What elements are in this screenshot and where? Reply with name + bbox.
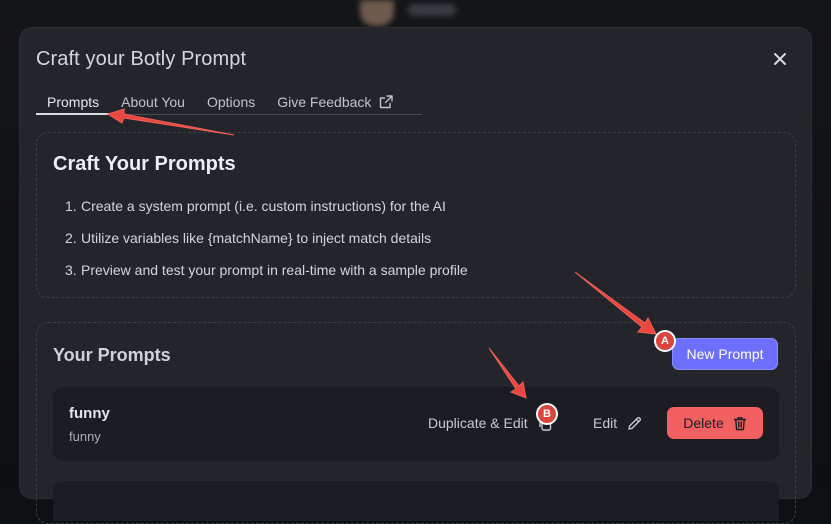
step-number: 3. [65,262,77,278]
prompts-heading: Your Prompts [53,345,171,365]
tab-label: Options [206,94,256,110]
annotation-badge-a: A [656,332,674,350]
steps-list: 1. Create a system prompt (i.e. custom in… [65,197,468,293]
prompt-modal: Craft your Botly Prompt Prompts About Yo… [20,28,811,524]
step-text: Utilize variables like {matchName} to in… [81,230,432,246]
prompt-card-partial [53,481,779,521]
prompt-name: funny [69,405,110,422]
step-text: Create a system prompt (i.e. custom inst… [81,198,446,214]
annotation-badge-b: B [538,405,556,423]
tab-about-you[interactable]: About You [110,94,196,114]
step-text: Preview and test your prompt in real-tim… [81,262,468,278]
close-button[interactable] [771,50,789,68]
new-prompt-button[interactable]: New Prompt [672,338,778,370]
craft-heading: Craft Your Prompts [53,153,236,175]
tab-label: Give Feedback [277,94,372,110]
prompt-description: funny [69,429,101,444]
prompt-card: funny funny Duplicate & Edit Edit Delete [53,387,779,461]
close-icon [774,53,786,65]
pencil-icon [628,416,642,430]
tab-label: About You [121,94,185,110]
external-link-icon [380,95,394,109]
tab-label: Prompts [47,94,100,110]
blurred-header [360,0,480,26]
delete-button[interactable]: Delete [667,407,763,439]
tab-prompts[interactable]: Prompts [36,94,111,115]
your-prompts-panel: Your Prompts New Prompt funny funny Dupl… [36,322,796,524]
trash-icon [733,416,746,430]
step-number: 1. [65,198,77,214]
tab-options[interactable]: Options [196,94,266,114]
avatar [360,0,394,26]
delete-label: Delete [683,415,724,431]
tab-bar: Prompts About You Options Give Feedback [36,94,422,115]
step-item: 2. Utilize variables like {matchName} to … [65,229,468,261]
step-number: 2. [65,230,77,246]
step-item: 1. Create a system prompt (i.e. custom in… [65,197,468,229]
craft-info-panel: Craft Your Prompts 1. Create a system pro… [36,132,796,298]
tab-give-feedback[interactable]: Give Feedback [266,94,404,114]
edit-button[interactable]: Edit [593,415,642,431]
step-item: 3. Preview and test your prompt in real-t… [65,261,468,293]
duplicate-edit-label: Duplicate & Edit [428,415,528,431]
modal-title: Craft your Botly Prompt [36,48,247,70]
blurred-username [408,4,456,16]
duplicate-edit-button[interactable]: Duplicate & Edit [428,415,552,431]
edit-label: Edit [593,415,618,431]
